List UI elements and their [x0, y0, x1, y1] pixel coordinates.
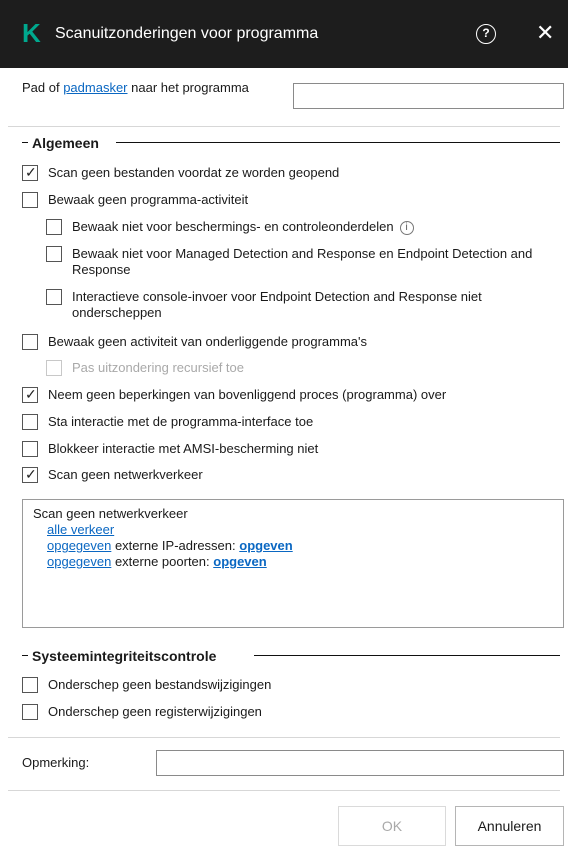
option-no-registry-changes[interactable]: Onderschep geen registerwijzigingen	[22, 704, 552, 722]
cancel-button[interactable]: Annuleren	[455, 806, 564, 846]
option-no-amsi-block[interactable]: Blokkeer interactie met AMSI-bescherming…	[22, 441, 552, 459]
checkbox[interactable]: ✓	[22, 386, 38, 403]
option-recursive: Pas uitzondering recursief toe	[46, 360, 556, 378]
title-bar: K Scanuitzonderingen voor programma ? ✕	[0, 0, 568, 68]
checkbox	[46, 360, 62, 376]
network-box-title: Scan geen netwerkverkeer	[33, 506, 188, 521]
network-traffic-box: Scan geen netwerkverkeer alle verkeer op…	[22, 499, 564, 628]
divider	[8, 790, 560, 791]
path-label: Pad of padmasker naar het programma	[22, 80, 249, 95]
window-title: Scanuitzonderingen voor programma	[55, 25, 319, 42]
port-line: opgegeven externe poorten: opgeven	[47, 554, 267, 569]
general-group-heading: Algemeen	[22, 134, 560, 152]
checkbox[interactable]	[46, 219, 62, 235]
option-no-protection-components[interactable]: Bewaak niet voor beschermings- en contro…	[46, 219, 556, 237]
checkbox[interactable]: ✓	[22, 466, 38, 483]
checkbox[interactable]	[22, 414, 38, 430]
help-icon[interactable]: ?	[476, 24, 496, 44]
option-no-parent-restrictions[interactable]: ✓ Neem geen beperkingen van bovenliggend…	[22, 386, 552, 405]
option-no-app-activity[interactable]: Bewaak geen programma-activiteit	[22, 192, 552, 210]
checkbox[interactable]	[46, 246, 62, 262]
port-specified-link[interactable]: opgegeven	[47, 554, 111, 569]
path-input[interactable]	[293, 83, 564, 109]
all-traffic-link[interactable]: alle verkeer	[47, 522, 114, 537]
kaspersky-logo-icon: K	[22, 18, 41, 48]
checkbox[interactable]: ✓	[22, 164, 38, 181]
close-icon[interactable]: ✕	[536, 22, 554, 44]
ip-line: opgegeven externe IP-adressen: opgeven	[47, 538, 293, 553]
checkbox[interactable]	[22, 334, 38, 350]
ip-specify-link[interactable]: opgeven	[239, 538, 292, 553]
checkbox[interactable]	[22, 441, 38, 457]
remark-label: Opmerking:	[22, 755, 90, 770]
option-no-network-scan[interactable]: ✓ Scan geen netwerkverkeer	[22, 466, 552, 485]
divider	[8, 126, 560, 127]
option-allow-interface[interactable]: Sta interactie met de programma-interfac…	[22, 414, 552, 432]
option-no-file-changes[interactable]: Onderschep geen bestandswijzigingen	[22, 677, 552, 695]
info-icon[interactable]: i	[399, 221, 414, 235]
option-no-child-activity[interactable]: Bewaak geen activiteit van onderliggende…	[22, 334, 552, 352]
option-scan-before-open[interactable]: ✓ Scan geen bestanden voordat ze worden …	[22, 164, 552, 183]
divider	[8, 737, 560, 738]
remark-input[interactable]	[156, 750, 564, 776]
path-mask-link[interactable]: padmasker	[63, 80, 127, 95]
option-no-mdr-edr[interactable]: Bewaak niet voor Managed Detection and R…	[46, 246, 556, 280]
port-specify-link[interactable]: opgeven	[213, 554, 266, 569]
checkbox[interactable]	[22, 704, 38, 720]
checkbox[interactable]	[22, 677, 38, 693]
ok-button: OK	[338, 806, 446, 846]
ip-specified-link[interactable]: opgegeven	[47, 538, 111, 553]
integrity-group-heading: Systeemintegriteitscontrole	[22, 647, 560, 665]
checkbox[interactable]	[46, 289, 62, 305]
option-no-console-input[interactable]: Interactieve console-invoer voor Endpoin…	[46, 289, 556, 323]
checkbox[interactable]	[22, 192, 38, 208]
